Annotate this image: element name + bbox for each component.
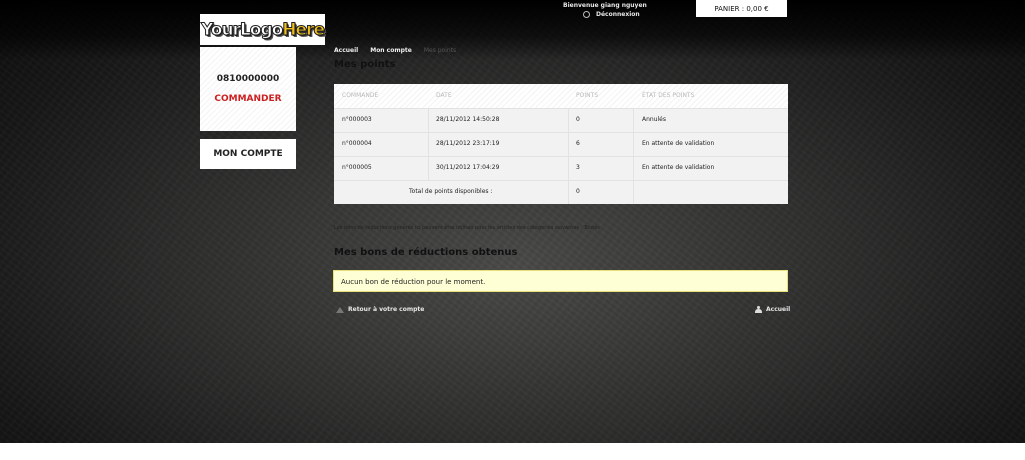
points-cell: 0 — [576, 116, 580, 123]
vouchers-title: Mes bons de réductions obtenus — [334, 247, 518, 258]
status-cell: En attente de validation — [642, 164, 715, 171]
voucher-note: Les bons de réductions générés ici peuve… — [334, 225, 600, 231]
column-divider — [633, 108, 634, 204]
points-cell: 3 — [576, 164, 580, 171]
status-cell: En attente de validation — [642, 140, 715, 147]
column-header[interactable]: COMMANDE — [342, 84, 378, 108]
user-icon — [755, 306, 762, 313]
back-icon — [336, 306, 344, 313]
total-value: 0 — [576, 188, 580, 195]
top-shade — [0, 0, 1025, 60]
logout-label: Déconnexion — [596, 11, 640, 18]
back-to-account-link[interactable]: Retour à votre compte — [336, 306, 424, 313]
site-logo[interactable]: YourLogoHere — [200, 14, 325, 45]
breadcrumb-account[interactable]: Mon compte — [370, 47, 412, 54]
home-link[interactable]: Accueil — [755, 306, 790, 313]
phone-number: 0810000000 — [216, 74, 280, 84]
logout-link[interactable]: Déconnexion — [583, 11, 640, 18]
table-row: n°000004 28/11/2012 23:17:19 6 En attent… — [334, 132, 788, 157]
date-cell: 30/11/2012 17:04:29 — [436, 164, 500, 171]
table-row: n°000003 28/11/2012 14:50:28 0 Annulés — [334, 108, 788, 133]
table-header: COMMANDE DATE POINTS ÉTAT DES POINTS — [334, 84, 788, 109]
cart-button[interactable]: PANIER : 0,00 € — [696, 0, 787, 17]
column-divider — [568, 108, 569, 204]
breadcrumb-home[interactable]: Accueil — [334, 47, 358, 54]
page-title: Mes points — [334, 59, 396, 70]
contact-box: 0810000000 COMMANDER — [200, 47, 296, 131]
points-cell: 6 — [576, 140, 580, 147]
breadcrumb-current: Mes points — [423, 47, 457, 54]
column-header[interactable]: POINTS — [576, 84, 598, 108]
points-table: COMMANDE DATE POINTS ÉTAT DES POINTS n°0… — [334, 84, 788, 204]
page-background — [0, 0, 1025, 443]
vouchers-empty-notice: Aucun bon de réduction pour le moment. — [333, 270, 788, 292]
order-cell[interactable]: n°000005 — [342, 156, 372, 180]
order-cell[interactable]: n°000004 — [342, 132, 372, 156]
home-label: Accueil — [766, 306, 791, 313]
date-cell: 28/11/2012 23:17:19 — [436, 140, 500, 147]
order-link[interactable]: COMMANDER — [200, 94, 296, 104]
table-total-row: Total de points disponibles : 0 — [334, 180, 788, 204]
back-label: Retour à votre compte — [348, 306, 425, 313]
my-account-button[interactable]: MON COMPTE — [200, 139, 296, 169]
status-cell: Annulés — [642, 116, 666, 123]
column-header[interactable]: ÉTAT DES POINTS — [642, 84, 694, 108]
logo-text-highlight: Here — [282, 19, 326, 40]
column-header[interactable]: DATE — [436, 84, 452, 108]
breadcrumb: Accueil Mon compte Mes points — [334, 47, 456, 54]
date-cell: 28/11/2012 14:50:28 — [436, 116, 500, 123]
total-label: Total de points disponibles : — [409, 188, 493, 195]
column-divider — [428, 108, 429, 180]
power-icon — [583, 11, 590, 18]
table-row: n°000005 30/11/2012 17:04:29 3 En attent… — [334, 156, 788, 181]
logo-text: YourLogo — [201, 19, 284, 40]
welcome-text: Bienvenue giang nguyen — [563, 2, 647, 9]
order-cell[interactable]: n°000003 — [342, 108, 372, 132]
